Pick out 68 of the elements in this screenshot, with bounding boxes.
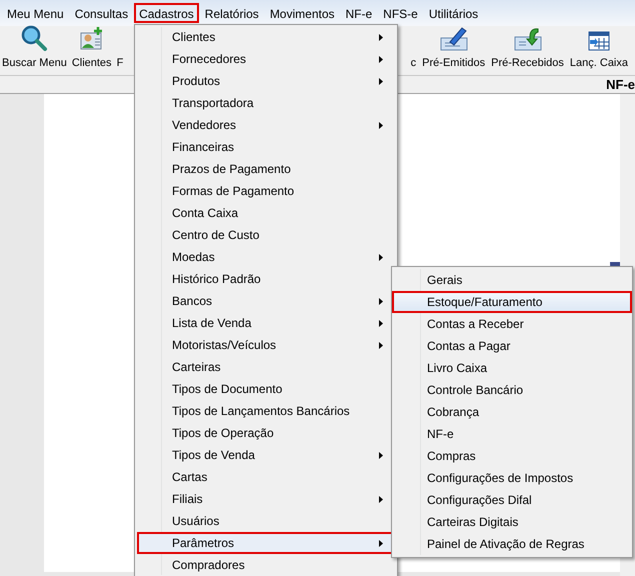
menu-item[interactable]: Formas de Pagamento <box>137 180 395 202</box>
menu-item[interactable]: Cartas <box>137 466 395 488</box>
menu-item[interactable]: Usuários <box>137 510 395 532</box>
menu-item[interactable]: Tipos de Venda <box>137 444 395 466</box>
menu-item[interactable]: Estoque/Faturamento <box>392 291 632 313</box>
menu-bar-item[interactable]: Movimentos <box>264 3 340 23</box>
menu-item[interactable]: Tipos de Operação <box>137 422 395 444</box>
menu-item[interactable]: Carteiras Digitais <box>392 511 632 533</box>
menu-item[interactable]: Lista de Venda <box>137 312 395 334</box>
panel-title: NF-e <box>606 76 635 94</box>
submenu-arrow-icon <box>379 56 383 62</box>
menu-item[interactable]: Carteiras <box>137 356 395 378</box>
menu-item[interactable]: Vendedores <box>137 114 395 136</box>
menu-item[interactable]: Histórico Padrão <box>137 268 395 290</box>
menu-item[interactable]: Contas a Pagar <box>392 335 632 357</box>
submenu-arrow-icon <box>379 78 383 84</box>
menu-item[interactable]: Transportadora <box>137 92 395 114</box>
magnifier-icon <box>20 24 48 52</box>
submenu-arrow-icon <box>379 298 383 304</box>
menu-item[interactable]: Controle Bancário <box>392 379 632 401</box>
menu-bar-item[interactable]: Utilitários <box>424 3 484 23</box>
menu-item[interactable]: Cobrança <box>392 401 632 423</box>
menu-item[interactable]: Tipos de Documento <box>137 378 395 400</box>
toolbar-button[interactable]: c <box>408 52 420 71</box>
menu-item[interactable]: Painel de Ativação de Regras <box>392 533 632 555</box>
menu-bar-item[interactable]: Meu Menu <box>2 3 69 23</box>
menu-item[interactable]: Financeiras <box>137 136 395 158</box>
menu-item[interactable]: Bancos <box>137 290 395 312</box>
menu-item[interactable]: Livro Caixa <box>392 357 632 379</box>
menu-bar-item[interactable]: NF-e <box>340 3 378 23</box>
menu-item[interactable]: Conta Caixa <box>137 202 395 224</box>
menu-item[interactable]: NF-e <box>392 423 632 445</box>
submenu-arrow-icon <box>379 540 383 546</box>
toolbar-button[interactable]: Buscar Menu <box>0 24 69 71</box>
submenu-arrow-icon <box>379 254 383 260</box>
submenu-arrow-icon <box>379 34 383 40</box>
menu-item[interactable]: Clientes <box>137 26 395 48</box>
menu-item[interactable]: Moedas <box>137 246 395 268</box>
menu-item[interactable]: Centro de Custo <box>137 224 395 246</box>
submenu-arrow-icon <box>379 320 383 326</box>
toolbar-button[interactable]: Lanç. Caixa <box>566 28 631 71</box>
menu-item[interactable]: Fornecedores <box>137 48 395 70</box>
toolbar-button[interactable]: Pré-Emitidos <box>419 26 488 71</box>
pen-cheque-icon <box>440 26 468 52</box>
menu-bar-item[interactable]: NFS-e <box>378 3 423 23</box>
menu-item[interactable]: Configurações de Impostos <box>392 467 632 489</box>
menu-item[interactable]: Gerais <box>392 269 632 291</box>
menu-item[interactable]: Produtos <box>137 70 395 92</box>
toolbar-button[interactable]: Clientes <box>70 26 114 71</box>
menu-item[interactable]: Compras <box>392 445 632 467</box>
person-card-icon <box>78 26 105 52</box>
toolbar-button[interactable]: F <box>114 52 126 71</box>
menu-item[interactable]: Filiais <box>137 488 395 510</box>
submenu-arrow-icon <box>379 122 383 128</box>
submenu-arrow-icon <box>379 452 383 458</box>
menu-item[interactable]: Tipos de Lançamentos Bancários <box>137 400 395 422</box>
toolbar-button[interactable]: Pré-Recebidos <box>488 26 567 71</box>
submenu-arrow-icon <box>379 342 383 348</box>
menu-item[interactable]: Configurações Difal <box>392 489 632 511</box>
menu-item[interactable]: Prazos de Pagamento <box>137 158 395 180</box>
submenu-arrow-icon <box>379 496 383 502</box>
arrow-cheque-icon <box>514 26 542 52</box>
menu-item[interactable]: Contas a Receber <box>392 313 632 335</box>
menu-item[interactable]: Motoristas/Veículos <box>137 334 395 356</box>
menu-bar-item[interactable]: Relatórios <box>200 3 264 23</box>
menu-bar-item[interactable]: Cadastros <box>134 3 199 23</box>
menu-item[interactable]: Compradores <box>137 554 395 576</box>
menu-bar-item[interactable]: Consultas <box>70 3 134 23</box>
